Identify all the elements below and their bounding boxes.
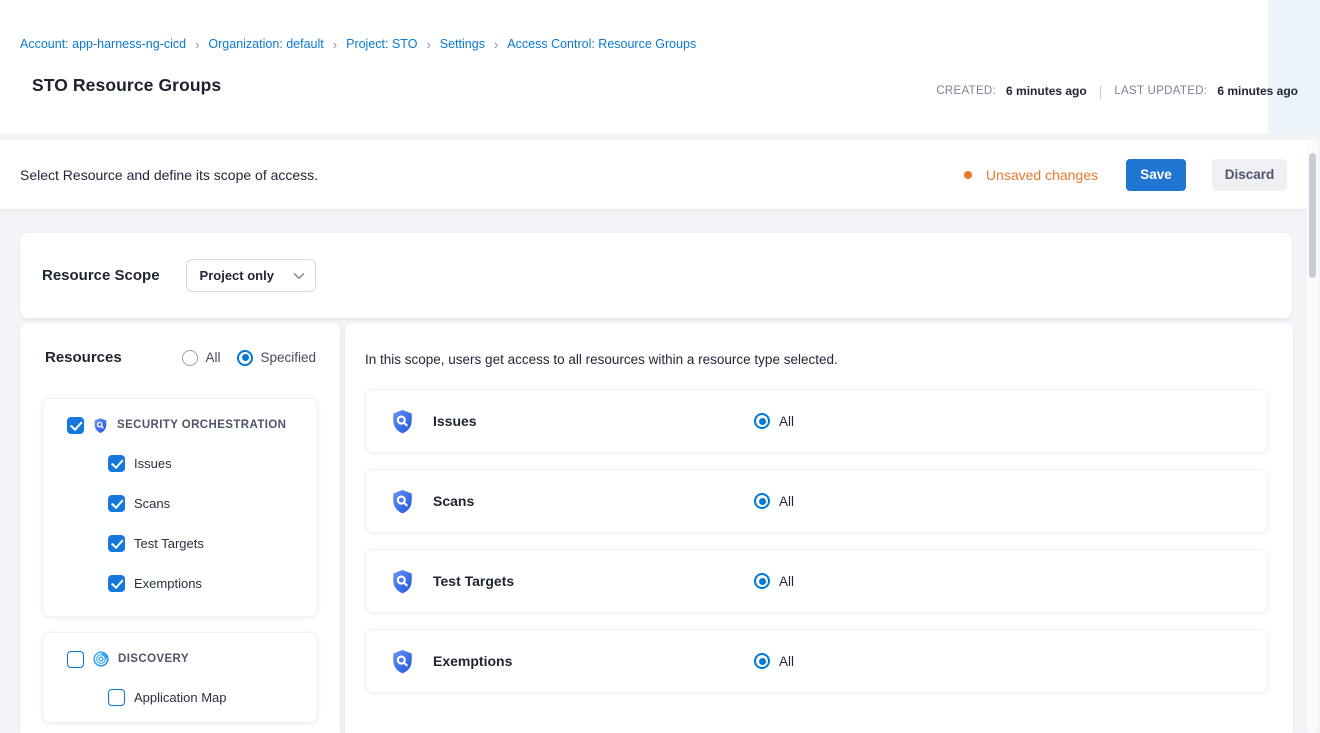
checkbox-discovery[interactable] — [67, 651, 84, 668]
resource-scope-label: Resource Scope — [42, 267, 160, 284]
radio-all-label: All — [205, 350, 220, 365]
unsaved-changes-indicator: Unsaved changes — [964, 167, 1098, 183]
last-updated-value: 6 minutes ago — [1217, 84, 1298, 98]
radio-selected-icon[interactable] — [754, 493, 770, 509]
checkbox-security-orchestration[interactable] — [67, 417, 84, 434]
toolbar-description: Select Resource and define its scope of … — [20, 167, 318, 183]
resources-panel-header: Resources All Specified — [20, 323, 340, 366]
resource-item-scans: Scans — [43, 483, 317, 523]
breadcrumb-organization-link[interactable]: Organization: default — [208, 37, 323, 51]
chevron-right-icon: › — [333, 37, 337, 51]
chevron-right-icon: › — [195, 37, 199, 51]
radio-option-all[interactable]: All — [182, 350, 220, 366]
resource-item-label: Issues — [134, 456, 172, 471]
breadcrumb-settings-link[interactable]: Settings — [440, 37, 485, 51]
breadcrumb-resource-groups-link[interactable]: Access Control: Resource Groups — [507, 37, 696, 51]
access-radio-group: All — [754, 573, 794, 589]
breadcrumb-account-link[interactable]: Account: app-harness-ng-cicd — [20, 37, 186, 51]
resource-scope-dropdown-value: Project only — [200, 268, 274, 283]
access-radio-group: All — [754, 493, 794, 509]
radio-selected-icon[interactable] — [237, 350, 253, 366]
created-label: CREATED: — [936, 85, 996, 97]
resource-item-exemptions: Exemptions — [43, 563, 317, 603]
resource-card-title: Scans — [433, 493, 754, 509]
checkbox-scans[interactable] — [108, 495, 125, 512]
radio-option-specified[interactable]: Specified — [237, 350, 316, 366]
resource-card-title: Exemptions — [433, 653, 754, 669]
group-name: SECURITY ORCHESTRATION — [117, 419, 286, 431]
resource-item-label: Test Targets — [134, 536, 204, 551]
sto-shield-search-icon — [389, 568, 416, 595]
access-all-label: All — [779, 574, 794, 589]
group-name: DISCOVERY — [118, 653, 189, 665]
chevron-right-icon: › — [426, 37, 430, 51]
resource-group-discovery: DISCOVERY Application Map — [42, 632, 318, 723]
radio-specified-label: Specified — [260, 350, 316, 365]
checkbox-application-map[interactable] — [108, 689, 125, 706]
resource-card-test-targets: Test Targets All — [365, 549, 1268, 613]
meta-divider: | — [1097, 83, 1105, 99]
scrollbar-thumb[interactable] — [1309, 153, 1316, 278]
resource-scope-card: Resource Scope Project only — [20, 233, 1292, 318]
save-button[interactable]: Save — [1126, 159, 1186, 191]
radio-selected-icon[interactable] — [754, 573, 770, 589]
action-toolbar: Select Resource and define its scope of … — [0, 140, 1316, 209]
access-all-label: All — [779, 414, 794, 429]
resource-item-issues: Issues — [43, 443, 317, 483]
resource-card-scans: Scans All — [365, 469, 1268, 533]
resource-item-label: Application Map — [134, 690, 227, 705]
header-meta: CREATED: 6 minutes ago | LAST UPDATED: 6… — [936, 83, 1298, 99]
breadcrumb-project-link[interactable]: Project: STO — [346, 37, 417, 51]
resources-panel: Resources All Specified SECURITY ORCHEST… — [20, 323, 340, 733]
page-title: STO Resource Groups — [32, 75, 221, 96]
resource-item-label: Exemptions — [134, 576, 202, 591]
group-header-row: SECURITY ORCHESTRATION — [43, 413, 317, 437]
sto-shield-search-icon — [389, 488, 416, 515]
access-radio-group: All — [754, 653, 794, 669]
resource-card-exemptions: Exemptions All — [365, 629, 1268, 693]
access-all-label: All — [779, 654, 794, 669]
sto-shield-search-icon — [92, 417, 109, 434]
resource-card-title: Issues — [433, 413, 754, 429]
toolbar-actions: Unsaved changes Save Discard — [964, 159, 1287, 191]
resource-group-security-orchestration: SECURITY ORCHESTRATION Issues Scans Test… — [42, 398, 318, 617]
last-updated-label: LAST UPDATED: — [1114, 85, 1207, 97]
access-all-label: All — [779, 494, 794, 509]
resources-mode-radios: All Specified — [182, 350, 316, 366]
scope-description: In this scope, users get access to all r… — [365, 352, 1268, 367]
discovery-target-icon — [92, 650, 110, 668]
page-header — [0, 0, 1320, 133]
chevron-right-icon: › — [494, 37, 498, 51]
discard-button[interactable]: Discard — [1212, 159, 1287, 191]
unsaved-dot-icon — [964, 171, 972, 179]
resource-scope-dropdown[interactable]: Project only — [186, 259, 316, 292]
radio-selected-icon[interactable] — [754, 653, 770, 669]
breadcrumb: Account: app-harness-ng-cicd › Organizat… — [20, 37, 696, 51]
scope-detail-panel: In this scope, users get access to all r… — [345, 323, 1293, 733]
radio-unselected-icon[interactable] — [182, 350, 198, 366]
header-right-tint — [1268, 0, 1320, 133]
radio-selected-icon[interactable] — [754, 413, 770, 429]
checkbox-issues[interactable] — [108, 455, 125, 472]
chevron-down-icon — [293, 272, 305, 280]
resource-item-label: Scans — [134, 496, 170, 511]
unsaved-changes-label: Unsaved changes — [986, 167, 1098, 183]
checkbox-exemptions[interactable] — [108, 575, 125, 592]
resource-card-issues: Issues All — [365, 389, 1268, 453]
created-value: 6 minutes ago — [1006, 84, 1087, 98]
group-header-row: DISCOVERY — [43, 647, 317, 671]
access-radio-group: All — [754, 413, 794, 429]
sto-shield-search-icon — [389, 408, 416, 435]
resource-card-title: Test Targets — [433, 573, 754, 589]
checkbox-test-targets[interactable] — [108, 535, 125, 552]
resources-title: Resources — [45, 349, 122, 366]
resource-item-test-targets: Test Targets — [43, 523, 317, 563]
resource-item-application-map: Application Map — [43, 677, 317, 717]
sto-shield-search-icon — [389, 648, 416, 675]
